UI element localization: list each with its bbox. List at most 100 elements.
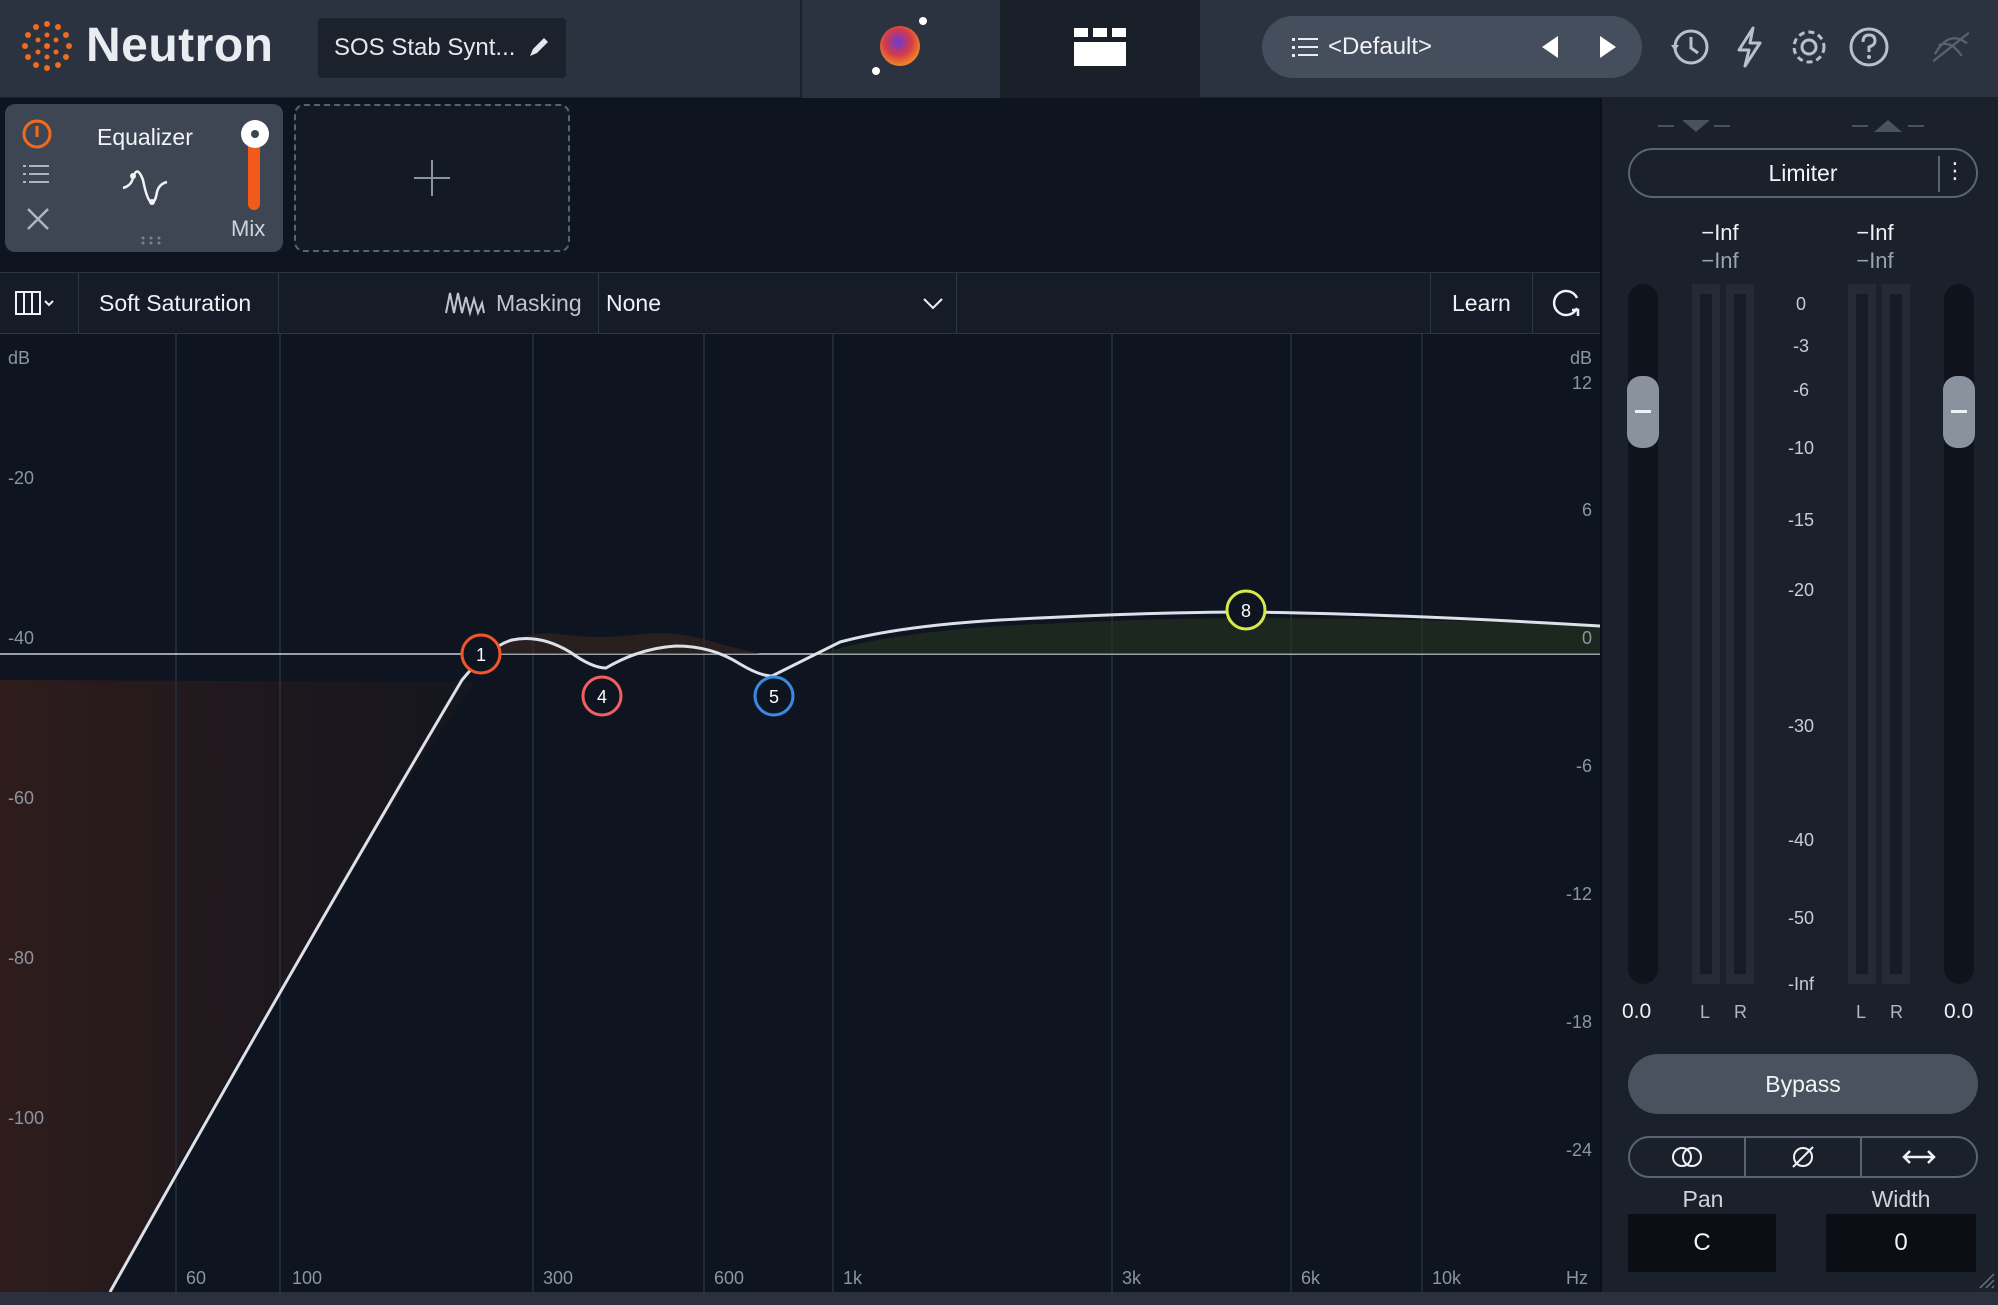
eq-node-5[interactable]: 5 (753, 675, 795, 717)
output-meter-l (1848, 284, 1876, 984)
width-field[interactable]: 0 (1826, 1214, 1976, 1272)
reset-button[interactable] (1550, 273, 1584, 333)
channel-options (1628, 1136, 1978, 1178)
mix-label: Mix (231, 216, 266, 241)
help-icon[interactable] (1844, 22, 1894, 72)
power-icon[interactable] (21, 118, 53, 155)
meter-scale-label: -3 (1792, 336, 1809, 356)
output-gain-knob[interactable] (1943, 376, 1975, 448)
bypass-button[interactable]: Bypass (1628, 1054, 1978, 1114)
next-preset-icon[interactable] (1598, 34, 1618, 67)
freq-tick: 3k (1122, 1268, 1142, 1288)
tab-mix-view[interactable] (1000, 0, 1200, 98)
tab-visual-mixer[interactable] (800, 0, 1000, 98)
mid-shade (490, 633, 760, 654)
meter-scale-label: -Inf (1787, 974, 1814, 994)
swap-channels-button[interactable] (1862, 1138, 1976, 1176)
limiter-button[interactable]: Limiter ⋮ (1628, 148, 1978, 198)
drag-handle-icon[interactable] (139, 232, 163, 250)
right-tick: -18 (1566, 1012, 1592, 1032)
output-gain-value: 0.0 (1944, 1000, 1974, 1023)
module-title: Equalizer (97, 124, 193, 150)
pan-value: C (1693, 1229, 1711, 1256)
input-meter-r (1726, 284, 1754, 984)
mix-slider-knob[interactable] (241, 120, 269, 148)
meter-scale-label: -40 (1787, 830, 1814, 850)
lightning-icon[interactable] (1724, 22, 1774, 72)
input-l-label: L (1700, 1002, 1711, 1022)
prev-preset-icon[interactable] (1540, 34, 1560, 67)
pencil-icon[interactable] (526, 34, 552, 67)
freq-tick: 60 (186, 1268, 206, 1288)
output-r-label: R (1890, 1002, 1903, 1022)
pan-label: Pan (1682, 1186, 1724, 1212)
eq-node-label: 8 (1241, 601, 1251, 621)
mono-button[interactable] (1630, 1138, 1744, 1176)
eq-graph-canvas: dB -20 -40 -60 -80 -100 dB 12 6 0 -6 -12… (0, 334, 1600, 1292)
izotope-logo-icon (1926, 22, 1976, 72)
view-options-button[interactable] (14, 273, 78, 333)
meter-scale-label: -20 (1787, 580, 1814, 600)
eq-node-4[interactable]: 4 (581, 675, 623, 717)
masking-source-dropdown[interactable]: None (606, 273, 956, 333)
freq-tick: 6k (1301, 1268, 1321, 1288)
module-grid-icon (1074, 28, 1126, 66)
low-cut-shade (0, 680, 475, 1292)
preset-browser[interactable]: <Default> (1262, 16, 1642, 78)
visual-mixer-icon (872, 17, 927, 75)
saturation-mode-label: Soft Saturation (99, 289, 252, 316)
boost-shade (820, 618, 1600, 654)
more-options-icon[interactable]: ⋮ (1944, 158, 1966, 184)
eq-curve-icon (119, 160, 183, 213)
equalizer-module-card[interactable]: Equalizer Mix (5, 104, 283, 252)
meter-scale-label: -6 (1792, 380, 1809, 400)
logo: Neutron (18, 16, 273, 74)
input-peak: −Inf (1701, 220, 1739, 245)
left-tick: -40 (8, 628, 34, 648)
masking-label: Masking (496, 289, 582, 316)
right-axis-unit: dB (1570, 348, 1592, 368)
freq-tick: 1k (843, 1268, 863, 1288)
preset-name-field[interactable]: SOS Stab Synt... (318, 18, 566, 78)
phase-icon (1792, 1146, 1814, 1168)
right-tick: -12 (1566, 884, 1592, 904)
left-tick: -60 (8, 788, 34, 808)
right-tick: 6 (1582, 500, 1592, 520)
masking-toggle[interactable]: Masking (444, 273, 582, 333)
eq-node-1[interactable]: 1 (460, 633, 502, 675)
eq-node-8[interactable]: 8 (1225, 589, 1267, 631)
history-icon[interactable] (1664, 22, 1714, 72)
output-l-label: L (1856, 1002, 1867, 1022)
close-icon[interactable] (25, 206, 51, 237)
freq-tick: 600 (714, 1268, 744, 1288)
neutron-logo-icon (22, 21, 72, 71)
eq-graph[interactable]: dB -20 -40 -60 -80 -100 dB 12 6 0 -6 -12… (0, 334, 1600, 1292)
input-gain-knob[interactable] (1627, 376, 1659, 448)
eq-node-label: 5 (769, 687, 779, 707)
output-rms: −Inf (1856, 248, 1894, 273)
resize-grip-icon[interactable] (1978, 1272, 1996, 1290)
eq-node-label: 4 (597, 687, 607, 707)
width-value: 0 (1894, 1229, 1908, 1256)
bypass-label: Bypass (1765, 1070, 1841, 1097)
module-chain: Equalizer Mix (0, 98, 1600, 272)
limiter-label: Limiter (1768, 159, 1838, 186)
phase-invert-button[interactable] (1746, 1138, 1860, 1176)
input-rms: −Inf (1701, 248, 1739, 273)
masking-source-value: None (606, 289, 661, 316)
refresh-icon (1552, 289, 1580, 317)
gear-icon[interactable] (1784, 22, 1834, 72)
pan-field[interactable]: C (1628, 1214, 1776, 1272)
meter-scale-label: -15 (1787, 510, 1814, 530)
left-axis-unit: dB (8, 348, 30, 368)
learn-button[interactable]: Learn (1452, 273, 1511, 333)
learn-label: Learn (1452, 289, 1511, 316)
bottom-strip (0, 1292, 1998, 1305)
top-bar: Neutron SOS Stab Synt... <Default> (0, 0, 1998, 98)
eq-toolbar: Soft Saturation Masking None Learn (0, 272, 1600, 334)
menu-icon[interactable] (23, 162, 51, 191)
freq-unit: Hz (1566, 1268, 1588, 1288)
saturation-mode-button[interactable]: Soft Saturation (99, 273, 251, 333)
add-module-slot[interactable] (294, 104, 570, 252)
input-output-markers (1658, 120, 1924, 132)
